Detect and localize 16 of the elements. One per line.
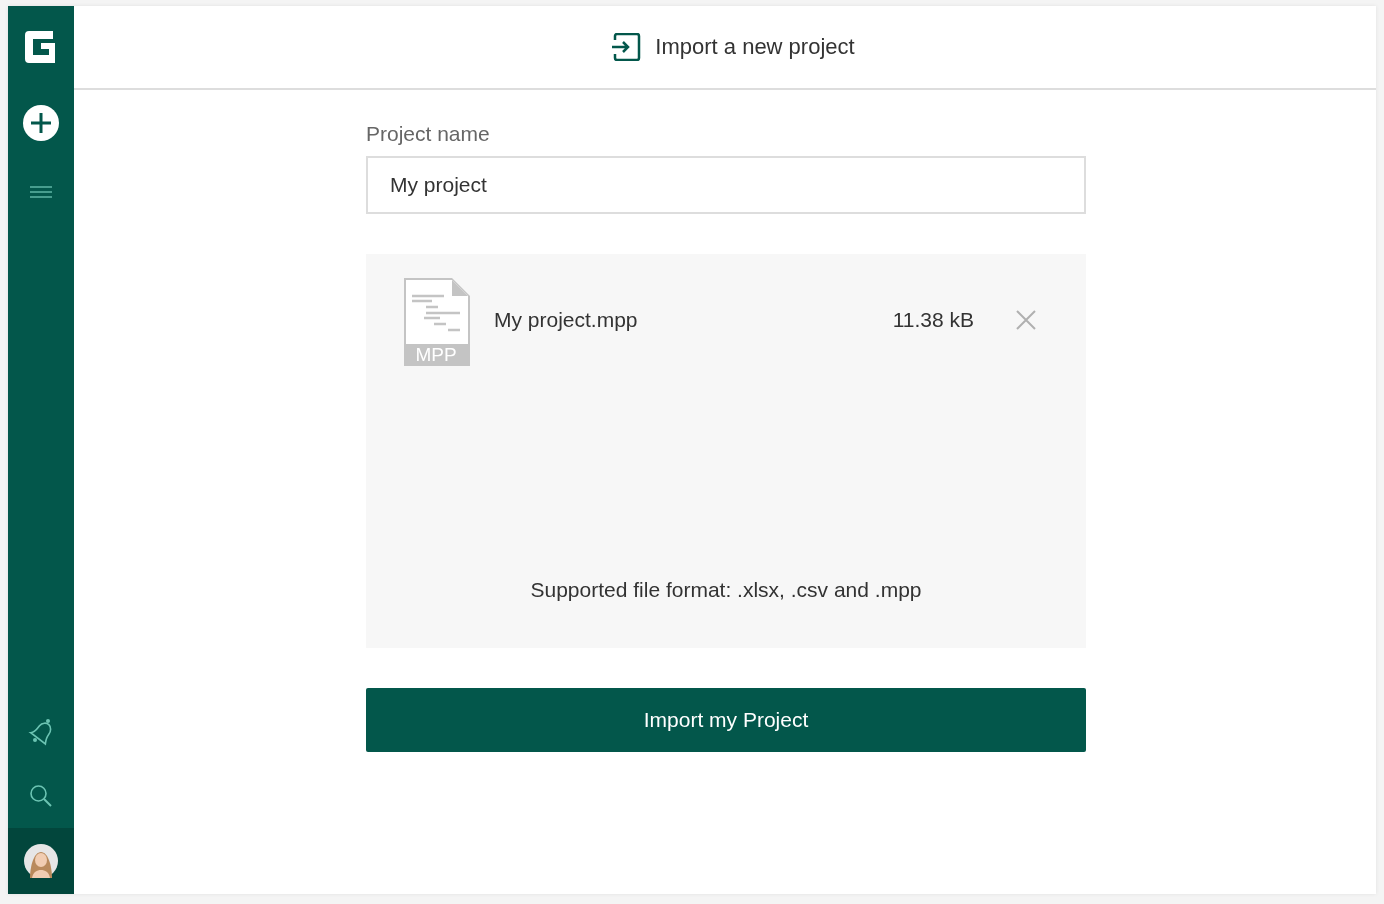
import-button[interactable]: Import my Project <box>366 688 1086 752</box>
avatar[interactable] <box>24 844 58 878</box>
menu-icon[interactable] <box>30 185 52 199</box>
file-size: 11.38 kB <box>892 308 974 333</box>
bell-icon[interactable] <box>28 718 54 746</box>
file-name: My project.mpp <box>494 308 639 333</box>
field-label: Project name <box>366 122 491 146</box>
add-icon[interactable] <box>23 105 59 141</box>
format-hint: Supported file format: .xlsx, .csv and .mpp <box>530 578 922 602</box>
page-title: Import a new project <box>655 34 855 60</box>
logo-icon[interactable] <box>25 31 57 63</box>
import-icon <box>611 33 642 61</box>
drop-zone[interactable]: MPP My project.mpp 11.38 kB Supported file format: .xlsx, .csv and .mpp <box>366 254 1086 648</box>
project-name-field[interactable]: My project <box>366 156 1086 214</box>
file-icon: MPP <box>402 278 470 366</box>
search-icon[interactable] <box>29 784 53 808</box>
